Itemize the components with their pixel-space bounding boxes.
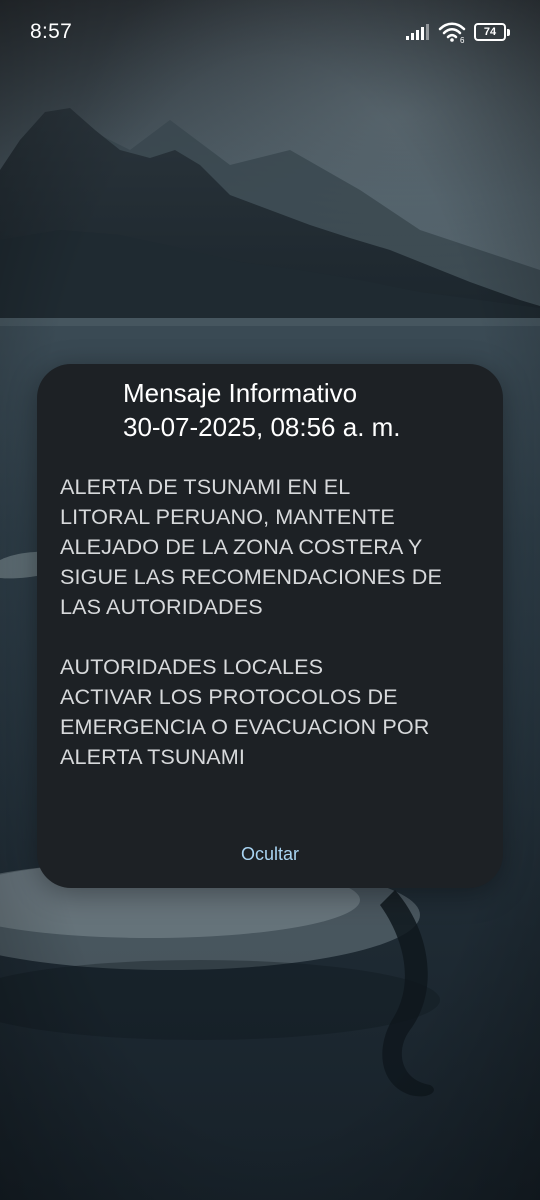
alert-line: ALERTA DE TSUNAMI EN EL bbox=[60, 474, 351, 499]
alert-paragraph-2: AUTORIDADES LOCALES ACTIVAR LOS PROTOCOL… bbox=[60, 652, 500, 772]
wifi-icon: 6 bbox=[438, 21, 466, 43]
battery-level: 74 bbox=[474, 23, 506, 41]
alert-line: AUTORIDADES LOCALES bbox=[60, 654, 324, 679]
dialog-date: 30-07-2025, 08:56 a. m. bbox=[123, 412, 401, 442]
alert-line: LITORAL PERUANO, MANTENTE bbox=[60, 504, 395, 529]
alert-message: ALERTA DE TSUNAMI EN EL LITORAL PERUANO,… bbox=[60, 472, 500, 802]
alert-line: LAS AUTORIDADES bbox=[60, 594, 263, 619]
alert-line: SIGUE LAS RECOMENDACIONES DE bbox=[60, 564, 442, 589]
wifi-badge: 6 bbox=[460, 36, 465, 43]
alert-line: EMERGENCIA O EVACUACION POR bbox=[60, 714, 430, 739]
battery-icon: 74 bbox=[474, 23, 510, 41]
status-icons: 6 74 bbox=[406, 20, 510, 44]
alert-line: ALERTA TSUNAMI bbox=[60, 744, 245, 769]
hide-button[interactable]: Ocultar bbox=[205, 834, 335, 874]
alert-line: ACTIVAR LOS PROTOCOLOS DE bbox=[60, 684, 398, 709]
signal-icon bbox=[406, 24, 430, 40]
alert-paragraph-1: ALERTA DE TSUNAMI EN EL LITORAL PERUANO,… bbox=[60, 472, 500, 622]
alert-line: ALEJADO DE LA ZONA COSTERA Y bbox=[60, 534, 423, 559]
status-time: 8:57 bbox=[30, 20, 73, 43]
emergency-alert-dialog: Mensaje Informativo 30-07-2025, 08:56 a.… bbox=[37, 364, 503, 888]
status-bar: 8:57 6 74 bbox=[0, 0, 540, 64]
dialog-title: Mensaje Informativo bbox=[123, 378, 358, 408]
